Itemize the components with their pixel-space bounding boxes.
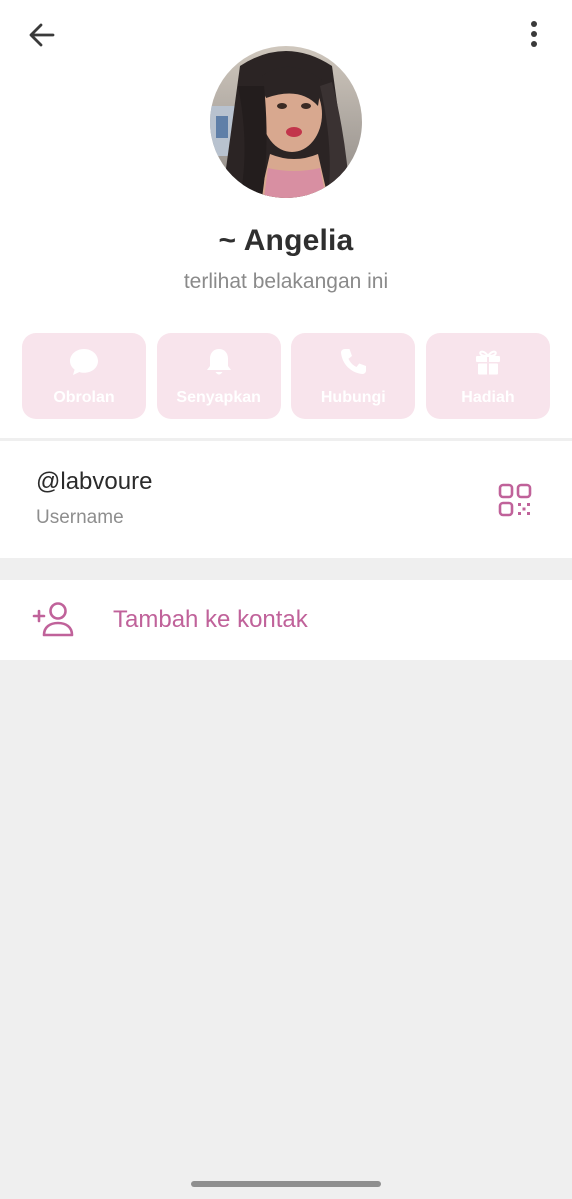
chat-button[interactable]: Obrolan [22, 333, 146, 419]
arrow-left-icon [29, 23, 55, 47]
more-vert-icon [531, 21, 537, 47]
phone-icon [336, 345, 370, 379]
profile-photo [210, 46, 362, 198]
add-person-icon [30, 598, 74, 642]
bell-icon [202, 345, 236, 379]
call-button-label: Hubungi [320, 389, 386, 406]
add-contact-row[interactable]: Tambah ke kontak [0, 580, 572, 660]
home-indicator[interactable] [191, 1181, 381, 1187]
action-buttons: Obrolan Senyapkan Hubungi Hadiah [22, 333, 550, 419]
username-value: @labvoure [36, 468, 153, 495]
qr-code-button[interactable] [492, 477, 538, 523]
username-label: Username [36, 507, 124, 528]
avatar[interactable] [210, 46, 362, 198]
contact-name: ~ Angelia [218, 224, 354, 257]
call-button[interactable]: Hubungi [291, 333, 416, 419]
last-seen-status: terlihat belakangan ini [183, 270, 389, 293]
gift-button-label: Hadiah [461, 389, 515, 406]
chat-button-label: Obrolan [53, 389, 115, 406]
more-options-button[interactable] [510, 12, 558, 58]
qr-code-icon [498, 483, 532, 517]
gift-icon [471, 345, 505, 379]
add-contact-label: Tambah ke kontak [113, 606, 308, 633]
back-button[interactable] [18, 12, 66, 58]
chat-bubble-icon [67, 345, 101, 379]
mute-button[interactable]: Senyapkan [156, 333, 281, 419]
username-row[interactable]: @labvoure Username [0, 441, 572, 558]
profile-header: ~ Angelia terlihat belakangan ini Obrola… [0, 0, 572, 438]
mute-button-label: Senyapkan [176, 389, 261, 406]
gift-button[interactable]: Hadiah [425, 333, 550, 419]
